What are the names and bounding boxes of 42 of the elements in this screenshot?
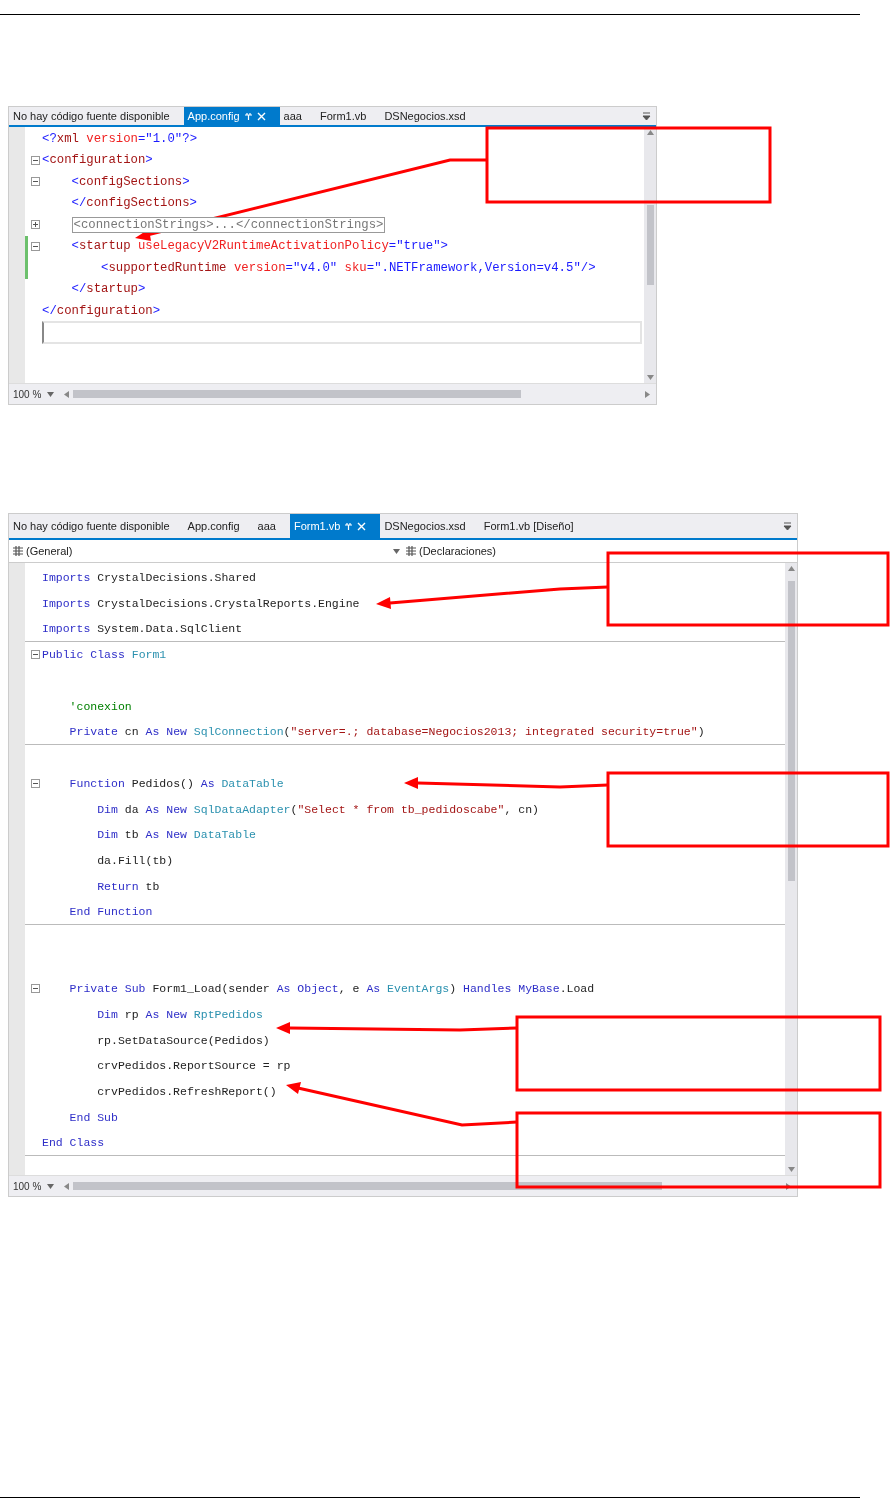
code-line: <supportedRuntime version="v4.0" sku=".NETFramework,Version=v4.5"/> <box>100 260 596 275</box>
tab[interactable]: No hay código fuente disponible <box>9 107 184 125</box>
code-line: </configuration> <box>42 303 161 318</box>
code-line: Imports System.Data.SqlClient <box>42 622 243 636</box>
code-line: End Class <box>42 1135 105 1149</box>
code-line: <?xml version="1.0"?> <box>42 131 197 146</box>
tab[interactable]: DSNegocios.xsd <box>380 107 480 125</box>
tab[interactable]: Form1.vb <box>289 514 381 538</box>
zoom-dropdown[interactable]: 100 % <box>11 1180 44 1192</box>
code-line: da.Fill(tb) <box>96 853 174 867</box>
code-line: <configSections> <box>70 174 190 189</box>
tab[interactable]: Form1.vb [Diseño] <box>479 514 588 538</box>
code-line: End Function <box>68 904 153 918</box>
code-line: Public Class Form1 <box>42 648 167 662</box>
code-line: Imports CrystalDecisions.Shared <box>42 571 256 585</box>
tab[interactable]: No hay código fuente disponible <box>9 514 184 538</box>
code-line: End Sub <box>68 1110 118 1124</box>
tab[interactable]: aaa <box>279 107 316 125</box>
code-line: <startup useLegacyV2RuntimeActivationPolicy="true"> <box>70 239 448 254</box>
code-line: </startup> <box>70 282 146 297</box>
tab[interactable]: DSNegocios.xsd <box>380 514 480 538</box>
code-line: Imports CrystalDecisions.CrystalReports.Engine <box>42 597 360 611</box>
code-line: Dim tb As New DataTable <box>96 828 256 842</box>
tab[interactable]: App.config <box>183 107 280 125</box>
code-line: Dim rp As New RptPedidos <box>96 1008 263 1022</box>
code-line: crvPedidos.ReportSource = rp <box>96 1059 291 1073</box>
code-line: <configuration> <box>42 153 153 168</box>
member-dropdown[interactable]: (General) <box>13 545 393 557</box>
code-line: Private cn As New SqlConnection("server=.; database=Negocios2013; integrated security=true") <box>68 724 705 738</box>
code-line: Private Sub Form1_Load(sender As Object, e As EventArgs) Handles MyBase.Load <box>68 982 595 996</box>
code-line: Function Pedidos() As DataTable <box>68 776 284 790</box>
tab[interactable]: aaa <box>253 514 290 538</box>
code-line: Dim da As New SqlDataAdapter("Select * from tb_pedidoscabe", cn) <box>96 802 539 816</box>
code-line: crvPedidos.RefreshReport() <box>96 1085 277 1099</box>
tab[interactable]: App.config <box>183 514 254 538</box>
code-line: Return tb <box>96 879 160 893</box>
member-dropdown[interactable]: (Declaraciones) <box>406 545 786 557</box>
code-line: </configSections> <box>70 196 197 211</box>
zoom-dropdown[interactable]: 100 % <box>11 388 44 400</box>
tab[interactable]: Form1.vb <box>315 107 381 125</box>
code-line: 'conexion <box>68 699 132 713</box>
code-line: rp.SetDataSource(Pedidos) <box>96 1033 270 1047</box>
